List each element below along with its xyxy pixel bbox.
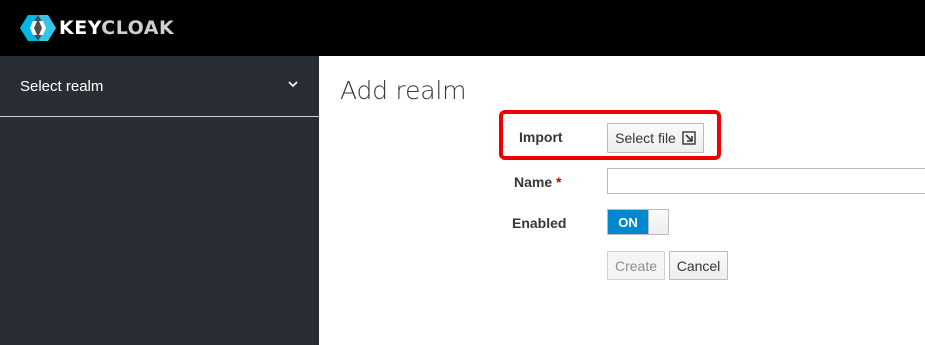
file-import-icon xyxy=(682,131,696,145)
logo-wordmark-key: KEY xyxy=(59,17,102,39)
top-navbar: KEYCLOAK xyxy=(0,0,925,56)
name-input[interactable] xyxy=(607,168,925,194)
required-mark: * xyxy=(556,174,562,190)
name-label-text: Name xyxy=(514,174,553,190)
page-title: Add realm xyxy=(340,76,467,105)
toggle-knob xyxy=(648,210,668,234)
select-file-button[interactable]: Select file xyxy=(607,123,704,153)
logo-wordmark: KEYCLOAK xyxy=(59,17,174,39)
logo-wordmark-cloak: CLOAK xyxy=(101,17,175,39)
name-label: Name * xyxy=(514,174,561,190)
keycloak-logo[interactable]: KEYCLOAK xyxy=(19,14,174,42)
realm-selector-label: Select realm xyxy=(20,78,104,95)
enabled-label: Enabled xyxy=(512,215,567,231)
main-content: Add realm xyxy=(319,56,925,345)
import-label: Import xyxy=(519,129,563,145)
enabled-toggle[interactable]: ON xyxy=(607,209,669,235)
realm-selector[interactable]: Select realm xyxy=(0,56,319,117)
select-file-label: Select file xyxy=(615,130,676,146)
chevron-down-icon xyxy=(288,81,298,88)
sidebar: Select realm xyxy=(0,56,319,345)
cancel-button[interactable]: Cancel xyxy=(669,251,728,280)
create-button[interactable]: Create xyxy=(607,251,665,280)
keycloak-logo-icon xyxy=(20,15,56,41)
toggle-on-state: ON xyxy=(608,210,648,234)
